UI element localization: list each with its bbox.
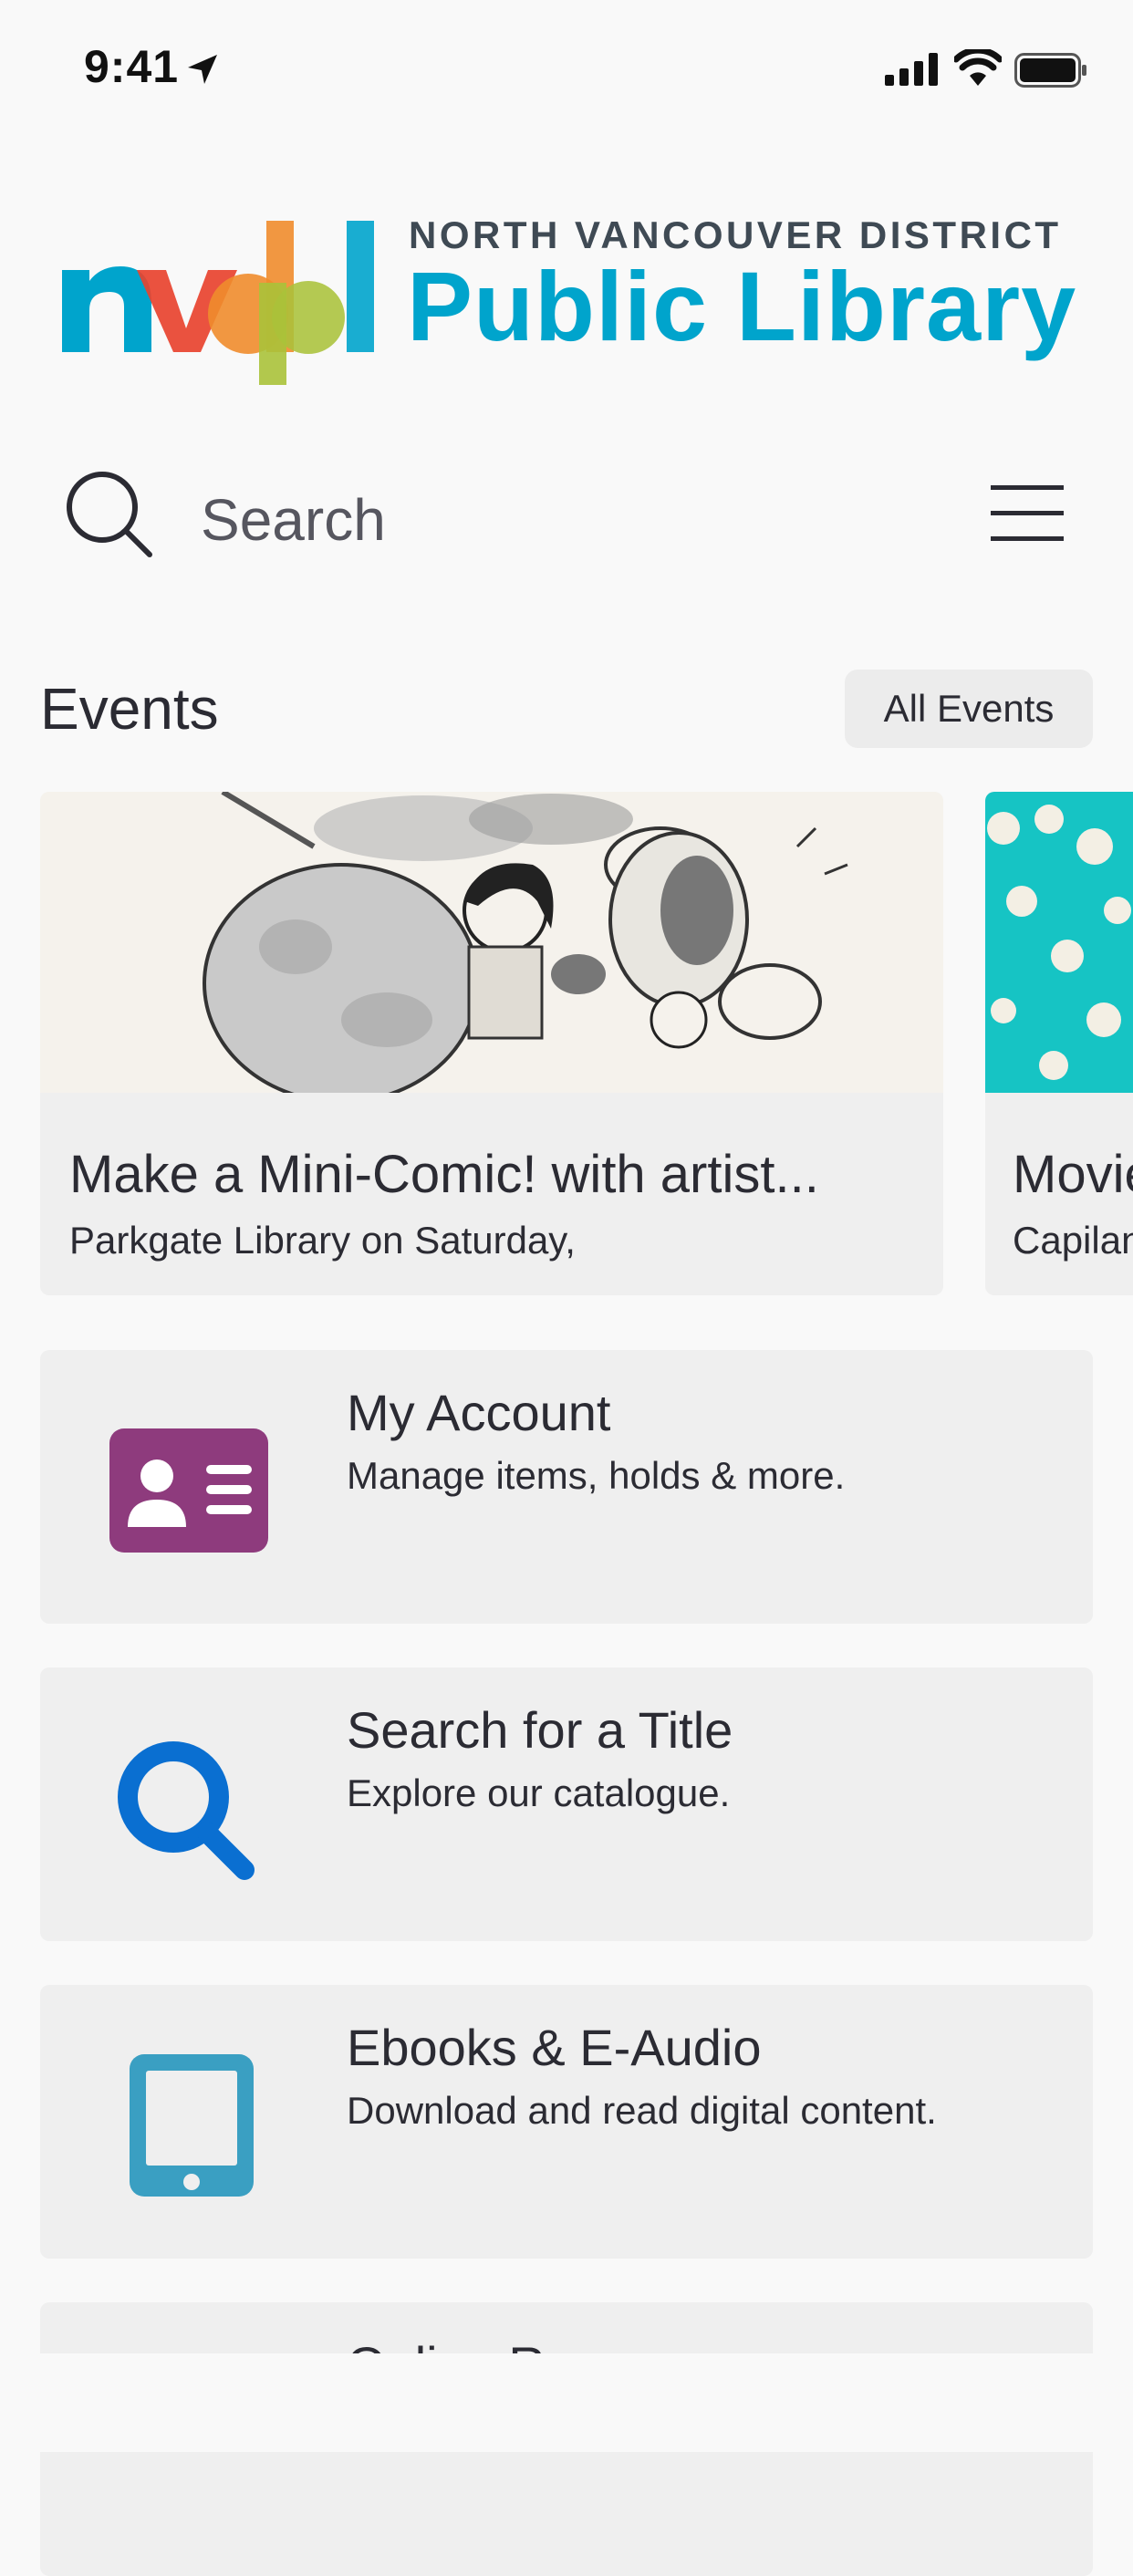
bottom-safe-area <box>0 2353 1133 2452</box>
events-heading: Events <box>40 676 219 742</box>
card-subtitle: Download and read digital content. <box>347 2089 937 2132</box>
card-subtitle: Manage items, holds & more. <box>347 1454 846 1497</box>
event-popcorn-image <box>985 792 1133 1093</box>
event-title: Movie <box>1013 1145 1133 1204</box>
location-arrow-icon <box>188 55 217 84</box>
card-title: My Account <box>347 1384 611 1441</box>
event-location: Parkgate Library on Saturday, <box>69 1219 576 1262</box>
wifi-icon <box>954 49 1002 86</box>
battery-icon <box>1014 53 1086 88</box>
search-title-card[interactable]: Search for a Title Explore our catalogue… <box>40 1667 1093 1941</box>
event-location: Capilano <box>1013 1219 1133 1262</box>
event-card[interactable]: Make a Mini-Comic! with artist... Parkga… <box>40 792 943 1295</box>
event-title: Make a Mini-Comic! with artist... <box>69 1145 819 1204</box>
card-title: Ebooks & E-Audio <box>347 2019 762 2076</box>
all-events-button[interactable]: All Events <box>845 670 1093 748</box>
event-card[interactable]: Movie Capilano <box>985 792 1133 1295</box>
search-input[interactable] <box>201 474 894 566</box>
logo-library-text: Public Library <box>407 251 1077 361</box>
my-account-card[interactable]: My Account Manage items, holds & more. <box>40 1350 1093 1624</box>
account-card-icon <box>109 1428 268 1553</box>
status-time: 9:41 <box>84 41 180 92</box>
hamburger-menu-icon[interactable] <box>989 483 1065 544</box>
cellular-signal-icon <box>885 53 938 86</box>
tablet-icon <box>130 2054 254 2197</box>
search-icon[interactable] <box>64 469 155 560</box>
ebooks-card[interactable]: Ebooks & E-Audio Download and read digit… <box>40 1985 1093 2259</box>
nvdpl-logo-mark <box>62 221 374 385</box>
event-illustration-image <box>40 792 943 1093</box>
magnifier-icon <box>118 1741 255 1880</box>
card-title: Search for a Title <box>347 1701 733 1759</box>
card-subtitle: Explore our catalogue. <box>347 1771 731 1814</box>
